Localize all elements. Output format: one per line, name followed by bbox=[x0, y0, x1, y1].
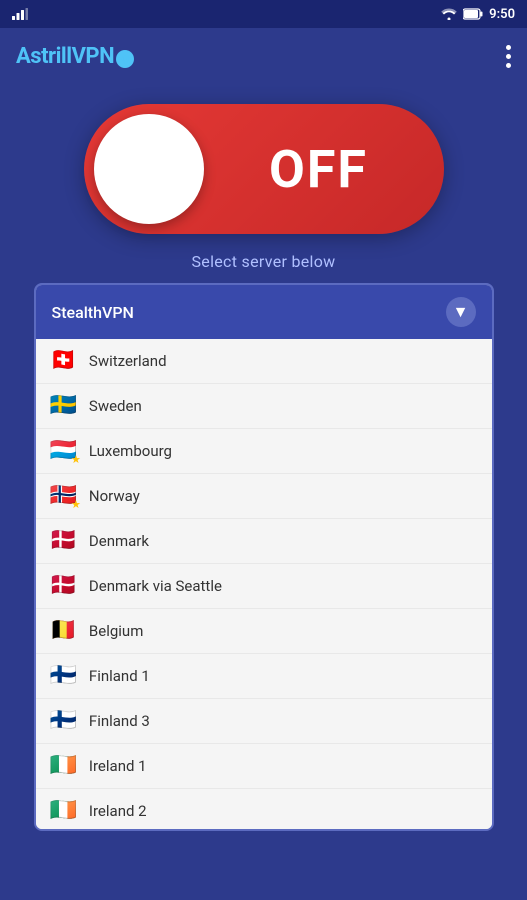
server-item-belgium[interactable]: 🇧🇪 Belgium bbox=[36, 609, 492, 654]
logo-text: AstrillVPN® bbox=[16, 44, 134, 69]
protocol-label: StealthVPN bbox=[52, 303, 134, 322]
vpn-toggle[interactable]: OFF bbox=[84, 104, 444, 234]
server-list: 🇨🇭Switzerland🇸🇪Sweden🇱🇺★Luxembourg🇳🇴★Nor… bbox=[36, 339, 492, 829]
server-name-finland1: Finland 1 bbox=[89, 667, 150, 685]
server-item-denmark-seattle[interactable]: 🇩🇰 Denmark via Seattle bbox=[36, 564, 492, 609]
logo-badge: ® bbox=[116, 50, 134, 68]
server-item-finland1[interactable]: 🇫🇮 Finland 1 bbox=[36, 654, 492, 699]
server-container: StealthVPN ▼ 🇨🇭Switzerland🇸🇪Sweden🇱🇺★Lux… bbox=[34, 283, 494, 831]
flag-belgium: 🇧🇪 bbox=[50, 618, 77, 643]
server-name-luxembourg: Luxembourg bbox=[89, 442, 172, 460]
star-icon: ★ bbox=[71, 498, 81, 511]
flag-ireland1: 🇮🇪 bbox=[50, 753, 77, 778]
flag-switzerland: 🇨🇭 bbox=[50, 348, 77, 373]
server-item-luxembourg[interactable]: 🇱🇺★Luxembourg bbox=[36, 429, 492, 474]
flag-denmark: 🇩🇰 bbox=[50, 528, 77, 553]
main-content: OFF Select server below StealthVPN ▼ 🇨🇭 S… bbox=[0, 84, 527, 841]
star-icon: ★ bbox=[71, 453, 81, 466]
server-item-norway[interactable]: 🇳🇴★Norway bbox=[36, 474, 492, 519]
toggle-label: OFF bbox=[204, 139, 434, 200]
logo-astrill: Astrill bbox=[16, 44, 72, 69]
protocol-selector[interactable]: StealthVPN ▼ bbox=[36, 285, 492, 339]
status-bar: 9:50 bbox=[0, 0, 527, 28]
flag-sweden: 🇸🇪 bbox=[50, 393, 77, 418]
chevron-down-icon[interactable]: ▼ bbox=[446, 297, 476, 327]
server-name-switzerland: Switzerland bbox=[89, 352, 167, 370]
app-logo: AstrillVPN® bbox=[16, 44, 134, 69]
server-name-norway: Norway bbox=[89, 487, 140, 505]
server-name-ireland2: Ireland 2 bbox=[89, 802, 147, 820]
flag-finland3: 🇫🇮 bbox=[50, 708, 77, 733]
battery-icon bbox=[463, 8, 483, 20]
server-name-denmark-seattle: Denmark via Seattle bbox=[89, 577, 222, 595]
server-item-ireland1[interactable]: 🇮🇪 Ireland 1 bbox=[36, 744, 492, 789]
server-item-denmark[interactable]: 🇩🇰 Denmark bbox=[36, 519, 492, 564]
toggle-knob bbox=[94, 114, 204, 224]
server-name-sweden: Sweden bbox=[89, 397, 142, 415]
flag-ireland2: 🇮🇪 bbox=[50, 798, 77, 823]
flag-denmark-seattle: 🇩🇰 bbox=[50, 573, 77, 598]
overflow-menu-icon[interactable] bbox=[506, 45, 511, 68]
status-bar-left bbox=[12, 8, 28, 20]
server-name-ireland1: Ireland 1 bbox=[89, 757, 147, 775]
server-item-switzerland[interactable]: 🇨🇭 Switzerland bbox=[36, 339, 492, 384]
server-name-denmark: Denmark bbox=[89, 532, 149, 550]
wifi-icon bbox=[441, 8, 457, 20]
flag-finland1: 🇫🇮 bbox=[50, 663, 77, 688]
server-name-finland3: Finland 3 bbox=[89, 712, 150, 730]
server-item-sweden[interactable]: 🇸🇪 Sweden bbox=[36, 384, 492, 429]
server-item-finland3[interactable]: 🇫🇮 Finland 3 bbox=[36, 699, 492, 744]
server-item-ireland2[interactable]: 🇮🇪 Ireland 2 bbox=[36, 789, 492, 829]
select-server-label: Select server below bbox=[192, 252, 336, 271]
clock: 9:50 bbox=[489, 7, 515, 22]
status-bar-right: 9:50 bbox=[441, 7, 515, 22]
logo-vpn: VPN bbox=[72, 44, 115, 69]
top-bar: AstrillVPN® bbox=[0, 28, 527, 84]
signal-icon bbox=[12, 8, 28, 20]
server-name-belgium: Belgium bbox=[89, 622, 143, 640]
